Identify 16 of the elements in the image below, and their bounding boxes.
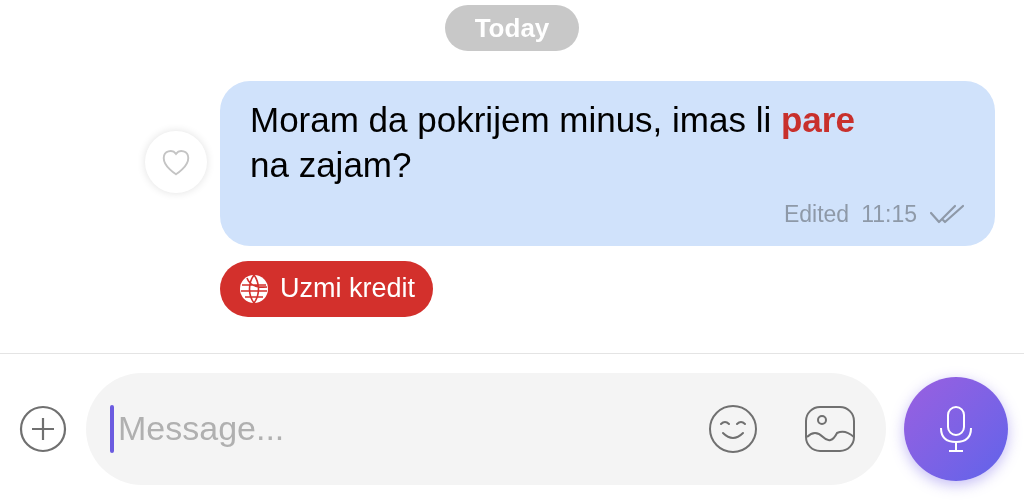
edited-label: Edited	[783, 200, 850, 229]
globe-icon	[238, 272, 270, 305]
message-field[interactable]: Message...	[118, 403, 708, 454]
add-button[interactable]	[18, 403, 68, 454]
text-cursor	[110, 404, 114, 453]
plus-icon	[18, 403, 68, 454]
message-input[interactable]: Message...	[86, 372, 886, 485]
double-check-icon	[929, 203, 967, 226]
emoji-button[interactable]	[708, 403, 758, 454]
image-button[interactable]	[804, 404, 856, 453]
image-icon	[804, 404, 856, 453]
microphone-button[interactable]	[904, 376, 1008, 481]
smiley-icon	[708, 403, 758, 454]
message-text: Moram da pokrijem minus, imas li pare na zajam?	[250, 99, 856, 186]
take-credit-button[interactable]: Uzmi kredit	[220, 260, 433, 317]
message-time: 11:15	[861, 200, 917, 229]
